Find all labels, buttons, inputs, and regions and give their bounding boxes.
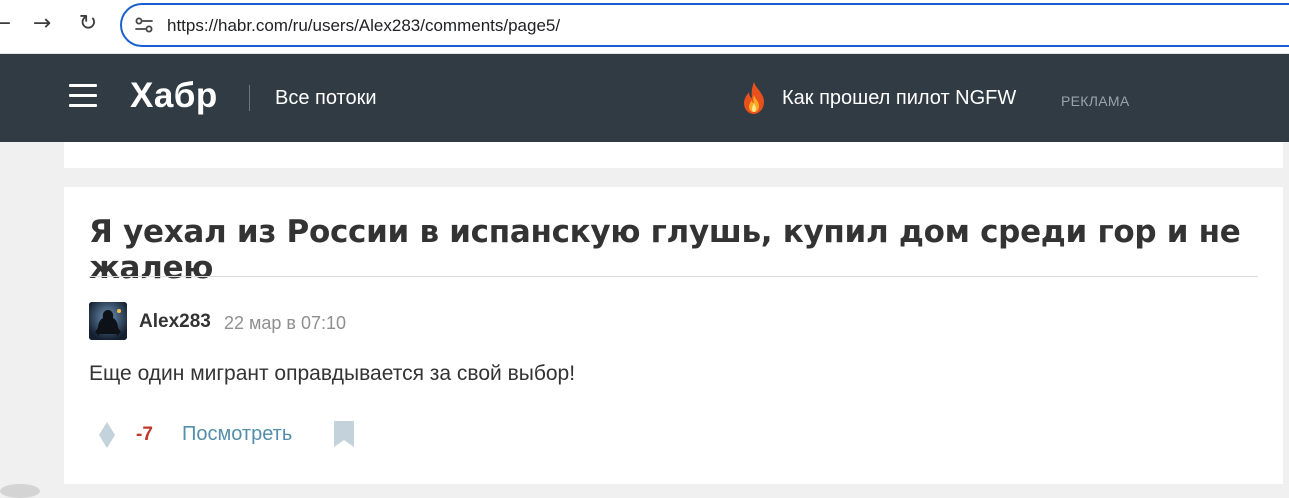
vote-icon[interactable] (99, 422, 115, 448)
comment-score: -7 (136, 424, 153, 445)
author-link[interactable]: Alex283 (139, 311, 211, 333)
divider (89, 276, 1258, 277)
back-arrow-icon[interactable]: ← (0, 8, 18, 40)
avatar[interactable] (89, 302, 127, 340)
fire-icon (744, 82, 764, 114)
comment-card: Я уехал из России в испанскую глушь, куп… (64, 187, 1283, 484)
bookmark-icon[interactable] (334, 421, 354, 447)
site-logo[interactable]: Хабр (130, 76, 218, 116)
browser-toolbar: ← → ↻ https://habr.com/ru/users/Alex283/… (0, 0, 1289, 54)
site-info-icon[interactable] (134, 16, 154, 34)
url-text[interactable]: https://habr.com/ru/users/Alex283/commen… (167, 16, 560, 36)
comment-body: Еще один мигрант оправдывается за свой в… (89, 362, 576, 385)
reload-icon[interactable]: ↻ (72, 8, 104, 40)
comment-date[interactable]: 22 мар в 07:10 (224, 313, 346, 334)
scroll-button[interactable] (0, 484, 40, 498)
forward-arrow-icon[interactable]: → (26, 8, 58, 40)
logo-divider (249, 85, 250, 111)
ad-label: РЕКЛАМА (1061, 93, 1130, 109)
view-comment-link[interactable]: Посмотреть (182, 423, 292, 446)
all-flows-link[interactable]: Все потоки (275, 87, 377, 110)
previous-card (64, 142, 1283, 168)
menu-icon[interactable] (69, 84, 97, 108)
address-bar[interactable]: https://habr.com/ru/users/Alex283/commen… (120, 3, 1289, 47)
promo-link[interactable]: Как прошел пилот NGFW (782, 87, 1016, 110)
site-header: Хабр Все потоки Как прошел пилот NGFW РЕ… (0, 54, 1289, 142)
